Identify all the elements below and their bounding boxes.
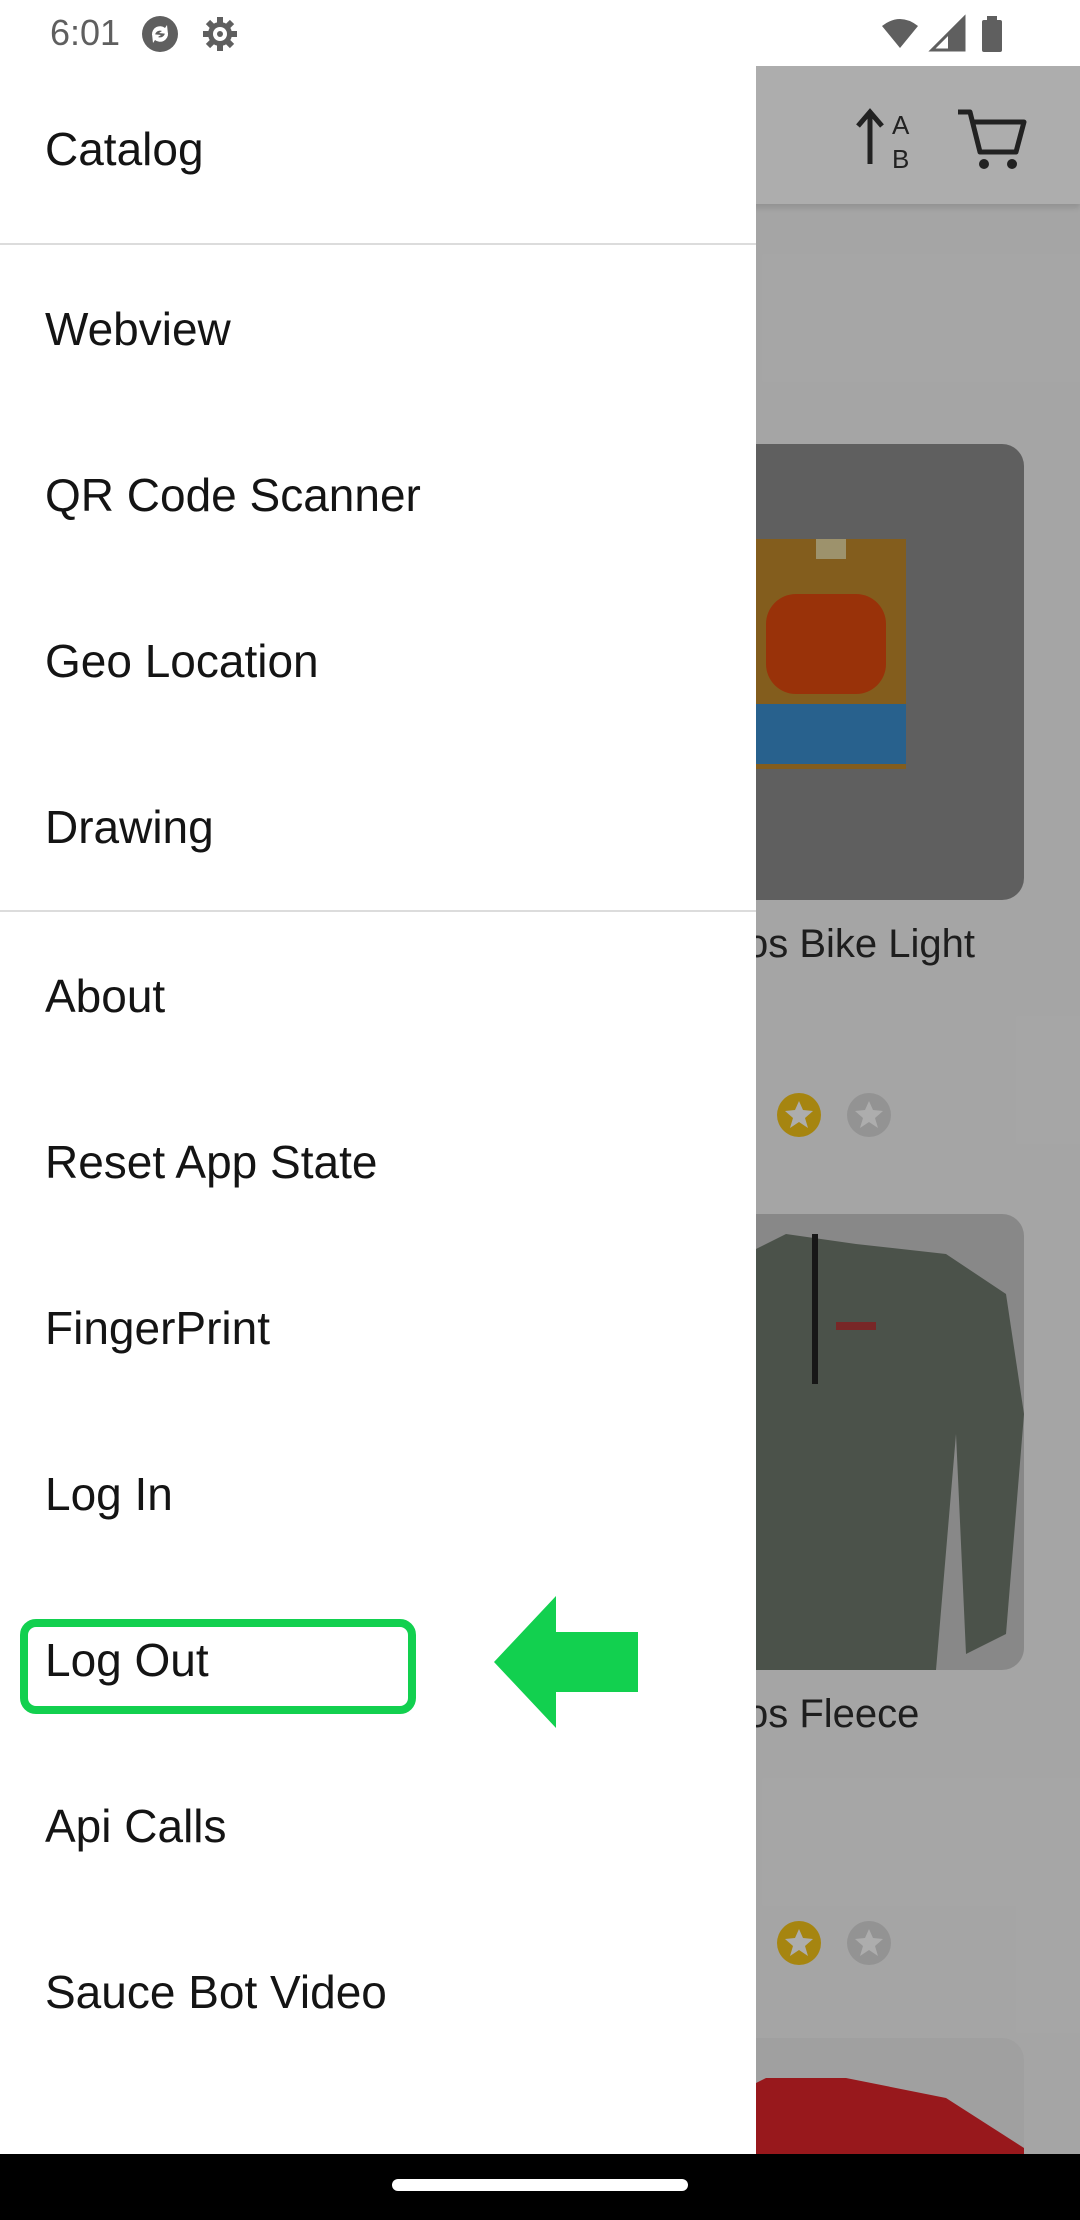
status-time: 6:01 (50, 12, 121, 53)
menu-item-fingerprint[interactable]: FingerPrint (0, 1245, 756, 1411)
menu-item-about[interactable]: About (0, 913, 756, 1079)
menu-item-label: Sauce Bot Video (45, 1966, 387, 2018)
menu-item-qr-code-scanner[interactable]: QR Code Scanner (0, 412, 756, 578)
menu-item-label: Catalog (45, 123, 204, 175)
menu-item-label: Log In (45, 1468, 173, 1520)
status-bar: 6:01 (0, 0, 1080, 66)
menu-item-webview[interactable]: Webview (0, 246, 756, 412)
divider (0, 910, 756, 912)
arrow-left-icon (494, 1596, 638, 1728)
menu-item-label: Reset App State (45, 1136, 378, 1188)
menu-item-catalog[interactable]: Catalog (0, 66, 756, 232)
menu-item-label: Api Calls (45, 1800, 227, 1852)
menu-item-label: About (45, 970, 166, 1022)
menu-item-log-in[interactable]: Log In (0, 1411, 756, 1577)
wifi-icon (880, 14, 920, 54)
menu-item-geo-location[interactable]: Geo Location (0, 578, 756, 744)
menu-item-api-calls[interactable]: Api Calls (0, 1743, 756, 1909)
home-handle[interactable] (392, 2179, 688, 2191)
menu-item-drawing[interactable]: Drawing (0, 744, 756, 910)
settings-icon (200, 14, 240, 54)
divider (0, 243, 756, 245)
menu-item-sauce-bot-video[interactable]: Sauce Bot Video (0, 1909, 756, 2075)
menu-item-label: Drawing (45, 801, 214, 853)
signal-icon (928, 14, 968, 54)
menu-item-label: QR Code Scanner (45, 469, 421, 521)
system-navigation-bar (0, 2154, 1080, 2220)
sync-icon (140, 14, 180, 54)
highlight-box (20, 1619, 416, 1714)
menu-item-label: Webview (45, 303, 231, 355)
menu-item-label: Geo Location (45, 635, 319, 687)
battery-icon (972, 14, 1012, 54)
menu-item-reset-app-state[interactable]: Reset App State (0, 1079, 756, 1245)
navigation-drawer: Catalog Webview QR Code Scanner Geo Loca… (0, 66, 756, 2154)
menu-item-label: FingerPrint (45, 1302, 270, 1354)
